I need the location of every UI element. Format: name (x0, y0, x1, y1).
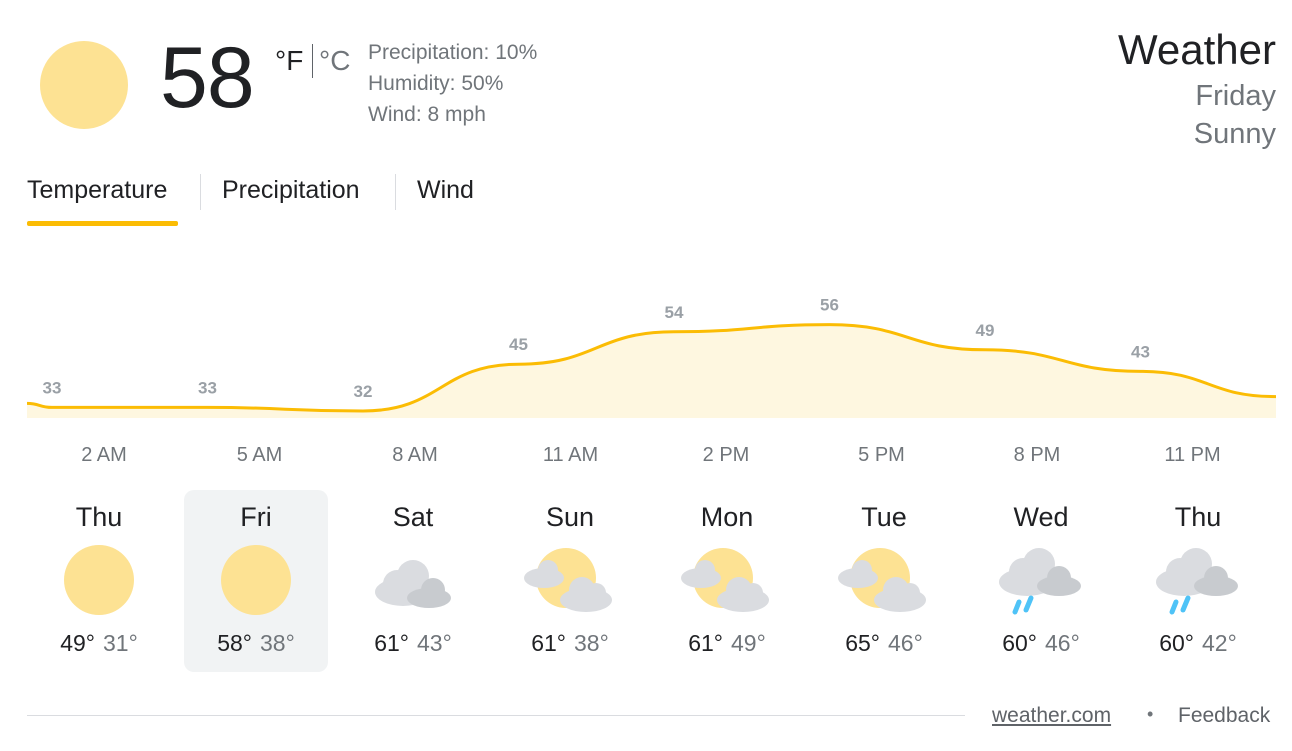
day-thu[interactable]: Thu 49° 31° (27, 490, 171, 672)
day-temperatures: 58° 38° (184, 630, 328, 657)
partly-cloudy-icon (524, 540, 616, 620)
high-temp: 61° (688, 630, 723, 656)
current-temperature: 58 (160, 30, 255, 126)
day-name: Tue (861, 502, 907, 532)
time-label: 8 PM (1013, 444, 1061, 466)
day-sun[interactable]: Sun 61° 38° (498, 490, 642, 672)
temperature-area (27, 324, 1276, 418)
time-label: 8 AM (392, 444, 438, 466)
partly-cloudy-icon (838, 540, 930, 620)
day-name: Sat (392, 502, 434, 532)
day-temperatures: 61° 49° (655, 630, 799, 657)
sunny-icon (210, 540, 302, 620)
feedback-link[interactable]: Feedback (1178, 704, 1270, 728)
low-temp: 49° (731, 630, 766, 656)
tab-divider (200, 174, 201, 210)
temperature-chart: 33 33 32 45 54 56 49 43 (26, 296, 1277, 418)
day-tue[interactable]: Tue 65° 46° (812, 490, 956, 672)
high-temp: 61° (531, 630, 566, 656)
showers-icon (995, 540, 1087, 620)
day-temperatures: 61° 43° (341, 630, 485, 657)
day-temperatures: 61° 38° (498, 630, 642, 657)
unit-fahrenheit-toggle[interactable]: °F (275, 45, 303, 77)
data-label: 43 (1131, 342, 1150, 361)
time-label: 11 AM (542, 444, 599, 466)
low-temp: 46° (1045, 630, 1080, 656)
high-temp: 49° (60, 630, 95, 656)
low-temp: 31° (103, 630, 138, 656)
weather-condition: Sunny (1193, 118, 1276, 150)
low-temp: 46° (888, 630, 923, 656)
tab-wind[interactable]: Wind (417, 176, 474, 205)
tab-precipitation[interactable]: Precipitation (222, 176, 360, 205)
unit-celsius-toggle[interactable]: °C (319, 45, 350, 77)
footer-separator: • (1147, 704, 1154, 724)
time-label: 2 PM (702, 444, 750, 466)
tab-selected-indicator (27, 221, 178, 226)
low-temp: 42° (1202, 630, 1237, 656)
source-link[interactable]: weather.com (992, 704, 1111, 728)
showers-icon (1152, 540, 1244, 620)
high-temp: 65° (845, 630, 880, 656)
day-thu[interactable]: Thu 60° 42° (1126, 490, 1270, 672)
unit-separator (312, 44, 313, 78)
partly-cloudy-icon (681, 540, 773, 620)
day-temperatures: 60° 42° (1126, 630, 1270, 657)
time-label: 2 AM (81, 444, 127, 466)
precipitation-detail: Precipitation: 10% (368, 41, 538, 64)
data-label: 45 (509, 335, 528, 354)
footer-divider (27, 715, 965, 716)
high-temp: 60° (1002, 630, 1037, 656)
day-fri[interactable]: Fri 58° 38° (184, 490, 328, 672)
time-label: 5 AM (236, 444, 283, 466)
wind-detail: Wind: 8 mph (368, 103, 486, 126)
cloudy-icon (367, 540, 459, 620)
time-label: 11 PM (1164, 444, 1221, 466)
data-label: 56 (820, 296, 839, 315)
day-temperatures: 65° 46° (812, 630, 956, 657)
humidity-detail: Humidity: 50% (368, 72, 504, 95)
day-temperatures: 60° 46° (969, 630, 1113, 657)
tab-divider (395, 174, 396, 210)
low-temp: 38° (260, 630, 295, 656)
data-label: 49 (976, 321, 995, 340)
time-label: 5 PM (858, 444, 905, 466)
weather-title: Weather (1118, 26, 1276, 73)
sun-icon (40, 41, 128, 129)
sunny-icon (53, 540, 145, 620)
data-label: 54 (665, 303, 684, 322)
day-name: Sun (545, 502, 595, 532)
day-name: Fri (240, 502, 272, 532)
tab-temperature[interactable]: Temperature (27, 176, 167, 205)
day-name: Wed (1013, 502, 1069, 532)
day-name: Thu (1174, 502, 1222, 532)
high-temp: 58° (217, 630, 252, 656)
low-temp: 38° (574, 630, 609, 656)
data-label: 33 (198, 378, 217, 397)
day-mon[interactable]: Mon 61° 49° (655, 490, 799, 672)
low-temp: 43° (417, 630, 452, 656)
day-name: Mon (700, 502, 754, 532)
data-label: 33 (43, 378, 62, 397)
high-temp: 60° (1159, 630, 1194, 656)
day-name: Thu (75, 502, 123, 532)
day-wed[interactable]: Wed 60° 46° (969, 490, 1113, 672)
day-temperatures: 49° 31° (27, 630, 171, 657)
day-sat[interactable]: Sat 61° 43° (341, 490, 485, 672)
high-temp: 61° (374, 630, 409, 656)
weather-day: Friday (1195, 80, 1276, 112)
data-label: 32 (354, 382, 373, 401)
